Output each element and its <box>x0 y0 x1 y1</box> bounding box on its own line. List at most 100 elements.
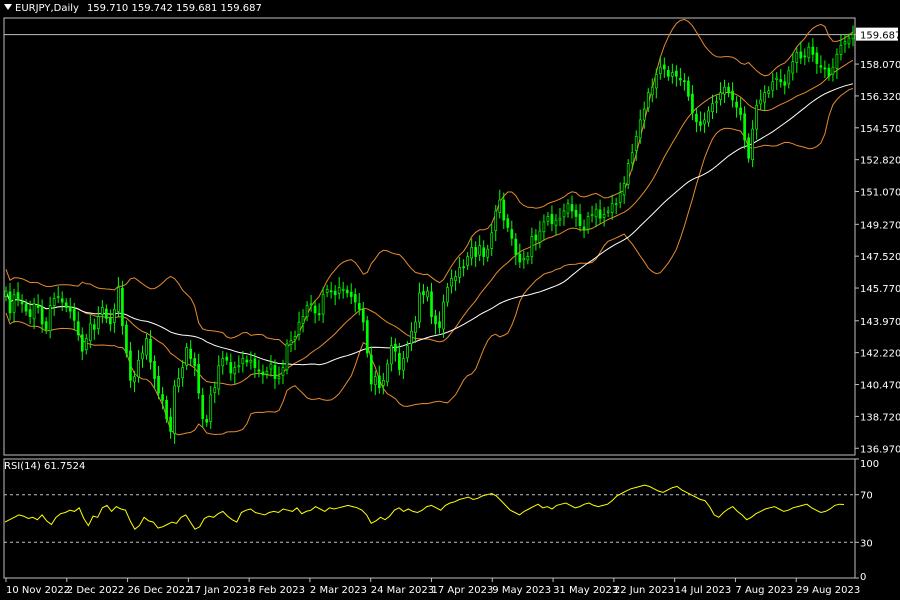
candle-body <box>638 119 642 139</box>
candle-body <box>630 152 634 164</box>
candle-body <box>117 287 120 312</box>
candle-body <box>526 256 530 261</box>
candle-body <box>321 294 325 315</box>
candle-body <box>8 291 12 314</box>
trading-chart[interactable]: 159.687 158.070 156.320 154.570 152.820 151.0… <box>0 0 900 600</box>
candle-body <box>345 289 349 294</box>
price-axis-label: 136.970 <box>860 444 900 455</box>
candle-body <box>253 358 257 368</box>
candle-body <box>542 221 546 233</box>
candle-body <box>783 81 787 86</box>
candle-body <box>650 86 654 96</box>
candle-body <box>703 119 706 125</box>
candle-body <box>60 298 64 303</box>
candle-body <box>185 347 188 366</box>
candle-body <box>285 343 289 371</box>
candle-body <box>747 137 750 159</box>
candle-body <box>402 358 405 371</box>
rsi-header: RSI(14) 61.7524 <box>4 461 86 472</box>
dropdown-triangle-icon[interactable] <box>4 4 12 10</box>
price-axis-label: 143.970 <box>860 317 900 328</box>
candle-body <box>381 379 385 386</box>
rsi-axis-label: 30 <box>860 538 873 549</box>
candle-body <box>442 301 445 330</box>
candle-body <box>602 214 606 218</box>
candle-body <box>333 290 337 296</box>
rsi-axis-label: 100 <box>860 459 879 470</box>
candle-body <box>157 375 160 394</box>
candle-body <box>751 128 754 161</box>
price-axis-label: 158.070 <box>860 60 900 71</box>
price-axis-label: 149.270 <box>860 220 900 231</box>
candle-body <box>502 199 506 221</box>
candle-body <box>658 66 662 75</box>
candle-body <box>510 229 514 239</box>
candle-body <box>233 367 237 375</box>
candle-body <box>20 301 24 305</box>
candle-body <box>261 371 265 376</box>
candle-body <box>731 90 734 101</box>
time-axis-label: 22 Jun 2023 <box>614 585 674 596</box>
candle-body <box>76 321 80 336</box>
rsi-pane-frame <box>3 458 856 579</box>
candle-body <box>434 315 437 325</box>
time-axis-label: 14 Jul 2023 <box>675 585 732 596</box>
time-axis-label: 2 Dec 2022 <box>67 585 125 596</box>
candle-body <box>309 303 313 306</box>
candle-body <box>177 378 180 387</box>
candle-body <box>88 323 92 342</box>
candle-body <box>305 305 309 317</box>
candle-body <box>791 61 795 74</box>
candle-body <box>550 213 554 225</box>
candle-body <box>715 101 718 104</box>
candle-body <box>558 217 562 221</box>
candle-body <box>735 101 738 108</box>
candle-body <box>626 163 630 185</box>
candle-body <box>68 306 72 312</box>
candle-body <box>851 34 855 40</box>
rsi-axis-label: 70 <box>860 491 873 502</box>
candle-body <box>12 294 16 313</box>
candle-body <box>699 121 702 126</box>
candle-body <box>610 203 614 213</box>
time-axis-label: 24 Mar 2023 <box>371 585 434 596</box>
candle-body <box>141 352 144 360</box>
candle-body <box>217 365 221 390</box>
candle-body <box>36 304 40 308</box>
candle-body <box>277 376 281 379</box>
candle-body <box>530 236 534 257</box>
candle-body <box>173 385 176 434</box>
candle-body <box>418 292 421 323</box>
candle-body <box>590 214 594 216</box>
candle-body <box>711 103 714 112</box>
candle-body <box>787 70 791 85</box>
candle-body <box>373 376 377 386</box>
candle-body <box>153 361 156 379</box>
candle-body <box>606 210 610 213</box>
candle-body <box>193 358 197 367</box>
candle-body <box>506 218 510 228</box>
candle-body <box>201 394 205 419</box>
candle-body <box>109 318 112 325</box>
candle-body <box>92 324 96 330</box>
candle-body <box>695 113 698 123</box>
candle-body <box>803 55 807 58</box>
ohlc-values: 159.710 159.742 159.681 159.687 <box>86 3 262 14</box>
candle-body <box>807 46 811 59</box>
candle-body <box>113 308 116 323</box>
candle-body <box>843 41 847 45</box>
candle-body <box>394 343 397 352</box>
candle-body <box>205 418 209 423</box>
candle-body <box>414 321 417 333</box>
candle-body <box>313 305 317 314</box>
candle-body <box>771 81 775 91</box>
candle-body <box>498 199 502 213</box>
candle-body <box>727 86 730 94</box>
candle-body <box>470 247 473 259</box>
candle-body <box>514 238 518 256</box>
bollinger-upper-line <box>5 18 854 348</box>
candle-body <box>105 308 108 319</box>
candle-body <box>24 303 28 312</box>
candle-body <box>458 267 461 278</box>
candle-body <box>466 256 469 266</box>
